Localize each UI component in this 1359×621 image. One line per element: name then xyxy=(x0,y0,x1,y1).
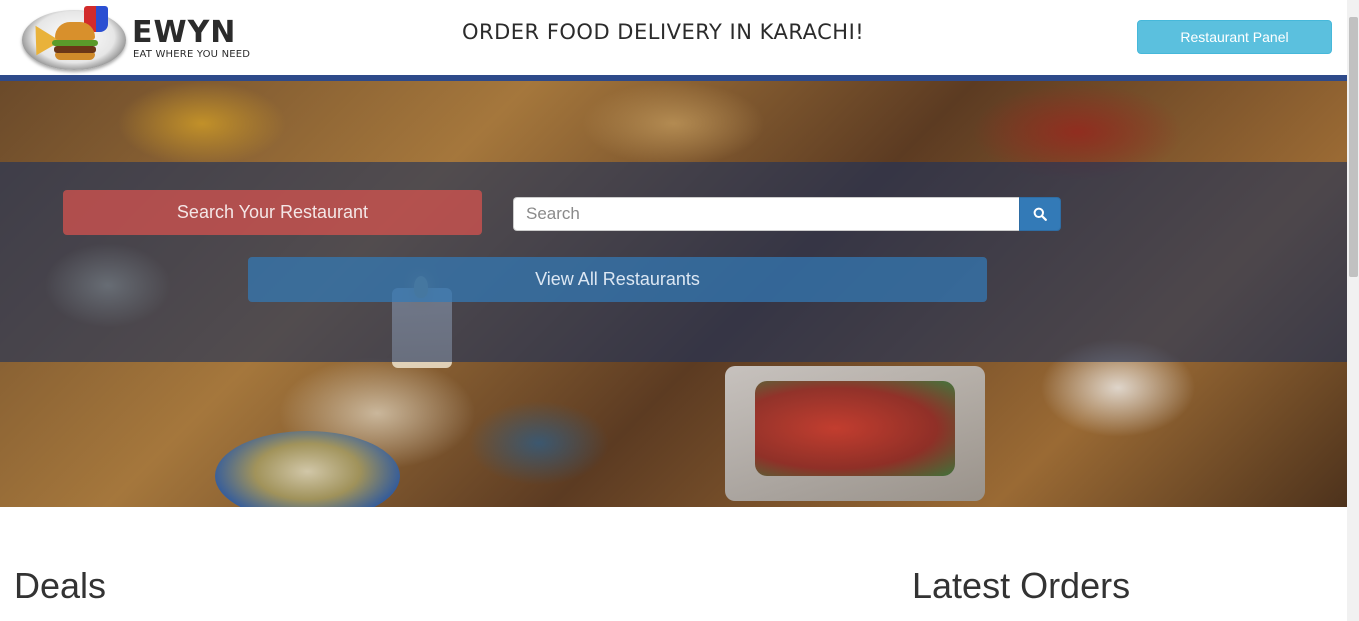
view-all-restaurants-button[interactable]: View All Restaurants xyxy=(248,257,987,302)
hero-soup-bowl xyxy=(215,431,400,507)
logo-tagline: EAT WHERE YOU NEED xyxy=(133,49,251,60)
search-button[interactable] xyxy=(1019,197,1061,231)
restaurant-panel-button[interactable]: Restaurant Panel xyxy=(1137,20,1332,54)
hero-tray-food xyxy=(755,381,955,476)
page-scrollbar-thumb[interactable] xyxy=(1349,17,1358,277)
search-your-restaurant-button[interactable]: Search Your Restaurant xyxy=(63,190,482,235)
site-logo[interactable]: EWYN EAT WHERE YOU NEED xyxy=(22,2,250,72)
page: EWYN EAT WHERE YOU NEED ORDER FOOD DELIV… xyxy=(0,0,1359,621)
logo-name: EWYN xyxy=(132,15,237,50)
logo-burger-icon xyxy=(55,22,95,40)
header: EWYN EAT WHERE YOU NEED ORDER FOOD DELIV… xyxy=(0,0,1347,75)
deals-heading: Deals xyxy=(14,565,107,606)
header-headline: ORDER FOOD DELIVERY IN KARACHI! xyxy=(462,20,865,44)
latest-orders-heading: Latest Orders xyxy=(912,565,1131,606)
search-input[interactable] xyxy=(513,197,1019,231)
search-box xyxy=(513,197,1061,231)
logo-burger-patty xyxy=(54,46,96,53)
logo-burger-bun xyxy=(55,53,95,60)
search-icon xyxy=(1033,207,1047,221)
